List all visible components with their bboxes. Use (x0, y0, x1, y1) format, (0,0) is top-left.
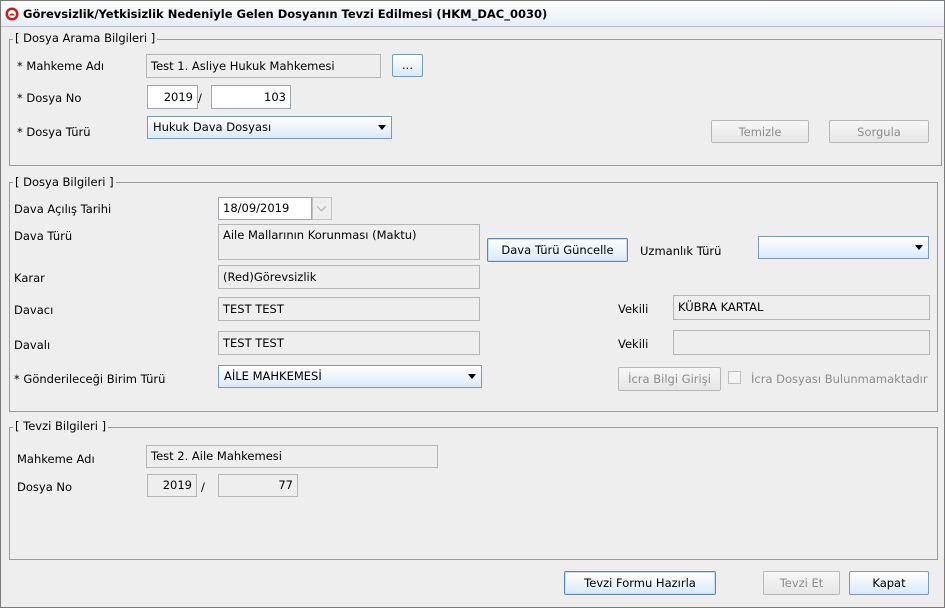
file-year-input[interactable]: 2019 (147, 85, 198, 109)
expertise-type-label: Uzmanlık Türü (640, 244, 722, 258)
dist-file-no-separator: / (201, 480, 205, 494)
plaintiff-field[interactable]: TEST TEST (218, 297, 480, 321)
court-browse-button[interactable]: ... (392, 54, 423, 77)
dist-court-label: Mahkeme Adı (17, 452, 95, 466)
open-date-label: Dava Açılış Tarihi (14, 202, 112, 216)
distribute-button[interactable]: Tevzi Et (763, 571, 840, 595)
no-enforcement-label: İcra Dosyası Bulunmamaktadır (751, 372, 928, 386)
dist-file-no-label: Dosya No (17, 480, 73, 494)
file-type-value: Hukuk Dava Dosyası (153, 120, 272, 134)
defendant-field[interactable]: TEST TEST (218, 331, 480, 355)
court-name-label: * Mahkeme Adı (17, 59, 105, 73)
defendant-attorney-field[interactable] (673, 330, 930, 355)
case-type-field[interactable]: Aile Mallarının Korunması (Maktu) (218, 224, 480, 260)
prepare-distribution-form-button[interactable]: Tevzi Formu Hazırla (564, 571, 716, 595)
case-type-label: Dava Türü (14, 229, 73, 243)
file-no-separator: / (198, 91, 202, 105)
chevron-down-icon (316, 201, 327, 212)
file-no-label: * Dosya No (17, 91, 82, 105)
file-number-input[interactable]: 103 (211, 85, 291, 109)
window-title: Görevsizlik/Yetkisizlik Nedeniyle Gelen … (23, 7, 548, 21)
decision-label: Karar (14, 271, 45, 285)
dist-file-number-field[interactable]: 77 (218, 474, 298, 497)
distribution-group-legend: [ Tevzi Bilgileri ] (13, 419, 109, 433)
target-unit-label: * Gönderileceği Birim Türü (14, 372, 166, 386)
no-enforcement-checkbox[interactable] (728, 371, 741, 384)
expertise-type-select[interactable] (758, 236, 929, 259)
update-case-type-button[interactable]: Dava Türü Güncelle (487, 238, 628, 262)
query-button[interactable]: Sorgula (829, 120, 929, 143)
decision-field[interactable]: (Red)Görevsizlik (218, 265, 480, 289)
title-bar[interactable]: Görevsizlik/Yetkisizlik Nedeniyle Gelen … (1, 1, 944, 27)
defendant-label: Davalı (14, 338, 51, 352)
close-button[interactable]: Kapat (849, 571, 929, 595)
dist-file-year-field[interactable]: 2019 (147, 474, 197, 497)
app-emblem-icon (5, 7, 19, 21)
search-group-legend: [ Dosya Arama Bilgileri ] (13, 31, 158, 45)
target-unit-select[interactable]: AİLE MAHKEMESİ (218, 365, 482, 388)
defendant-attorney-label: Vekili (618, 337, 649, 351)
dist-court-field[interactable]: Test 2. Aile Mahkemesi (146, 445, 438, 468)
plaintiff-attorney-label: Vekili (618, 302, 649, 316)
open-date-field[interactable]: 18/09/2019 (218, 197, 312, 220)
clear-button[interactable]: Temizle (711, 120, 809, 143)
target-unit-value: AİLE MAHKEMESİ (224, 369, 322, 383)
file-info-group-legend: [ Dosya Bilgileri ] (13, 175, 116, 189)
plaintiff-attorney-field[interactable]: KÜBRA KARTAL (673, 295, 930, 320)
triangle-down-icon (915, 245, 923, 250)
plaintiff-label: Davacı (14, 303, 54, 317)
file-type-select[interactable]: Hukuk Dava Dosyası (147, 116, 392, 139)
file-type-label: * Dosya Türü (17, 125, 91, 139)
triangle-down-icon (468, 374, 476, 379)
window: Görevsizlik/Yetkisizlik Nedeniyle Gelen … (0, 0, 945, 608)
court-name-field[interactable]: Test 1. Asliye Hukuk Mahkemesi (146, 54, 381, 78)
triangle-down-icon (378, 125, 386, 130)
date-picker-button[interactable] (312, 197, 332, 220)
enforcement-info-button[interactable]: İcra Bilgi Girişi (618, 367, 721, 391)
